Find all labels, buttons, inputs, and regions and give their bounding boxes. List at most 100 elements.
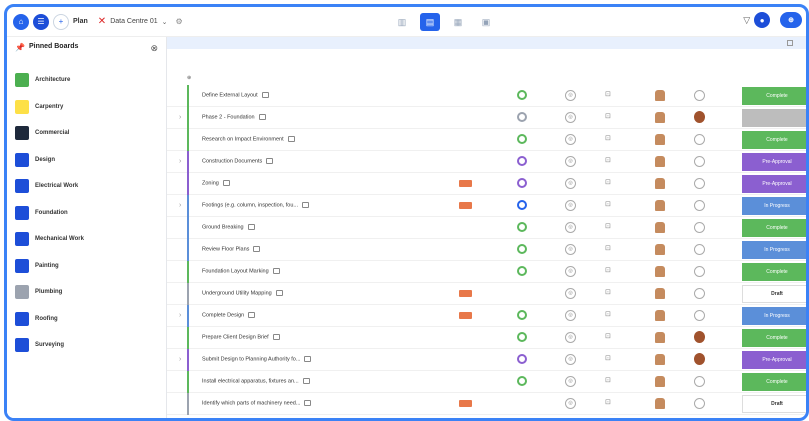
expand-chevron-icon[interactable]: › — [179, 312, 181, 319]
comments-icon[interactable]: ◎ — [565, 288, 576, 299]
status-badge[interactable]: Complete — [742, 219, 806, 237]
comment-icon[interactable] — [258, 114, 266, 120]
status-badge[interactable] — [742, 109, 806, 127]
comments-icon[interactable]: ◎ — [565, 332, 576, 343]
status-badge[interactable]: Complete — [742, 373, 806, 391]
task-name[interactable]: Construction Documents — [202, 158, 274, 164]
location-icon[interactable]: ⊡ — [605, 354, 611, 362]
comment-icon[interactable] — [248, 312, 256, 318]
lead-placeholder-icon[interactable] — [694, 156, 705, 167]
lead-placeholder-icon[interactable] — [694, 90, 705, 101]
task-name[interactable]: Research on Impact Environment — [202, 136, 295, 142]
table-row[interactable]: Prepare Client Design Brief ◎ ⊡ Complete — [167, 327, 806, 349]
chart-view-icon[interactable]: ▥ — [392, 13, 412, 31]
status-badge[interactable]: Complete — [742, 131, 806, 149]
lead-avatar[interactable] — [694, 353, 705, 365]
table-view-icon[interactable]: ▤ — [420, 13, 440, 31]
sidebar-board-item[interactable]: Mechanical Work — [7, 226, 166, 253]
table-row[interactable]: › Construction Documents ◎ ⊡ Pre-Approval — [167, 151, 806, 173]
task-name[interactable]: Complete Design — [202, 312, 256, 318]
comment-icon[interactable] — [247, 224, 255, 230]
location-icon[interactable]: ⊡ — [605, 156, 611, 164]
lead-avatar[interactable] — [694, 331, 705, 343]
task-name[interactable]: Submit Design to Planning Authority fo..… — [202, 356, 312, 362]
file-name[interactable]: Data Centre 01 — [110, 18, 157, 25]
expand-chevron-icon[interactable]: › — [179, 114, 181, 121]
comments-icon[interactable]: ◎ — [565, 354, 576, 365]
task-name[interactable]: Define External Layout — [202, 92, 269, 98]
filter-icon[interactable]: ▽ — [743, 15, 750, 26]
comments-icon[interactable]: ◎ — [565, 376, 576, 387]
assignee-avatar[interactable] — [655, 266, 665, 277]
status-badge[interactable]: Draft — [742, 395, 806, 413]
task-name[interactable]: Footings (e.g. column, inspection, fou..… — [202, 202, 309, 208]
task-name[interactable]: Phase 2 - Foundation — [202, 114, 266, 120]
location-icon[interactable]: ⊡ — [605, 376, 611, 384]
lead-placeholder-icon[interactable] — [694, 376, 705, 387]
status-badge[interactable]: Draft — [742, 285, 806, 303]
task-name[interactable]: Identify which parts of machinery need..… — [202, 400, 312, 406]
lead-avatar[interactable] — [694, 111, 705, 123]
user-avatar[interactable]: ● — [754, 12, 771, 28]
location-icon[interactable]: ⊡ — [605, 178, 611, 186]
status-badge[interactable]: Complete — [742, 87, 806, 105]
location-icon[interactable]: ⊡ — [605, 332, 611, 340]
table-row[interactable]: Underground Utility Mapping ◎⊡Draft› — [167, 283, 806, 305]
task-name[interactable]: Underground Utility Mapping — [202, 290, 283, 296]
comments-icon[interactable]: ◎ — [565, 134, 576, 145]
table-row[interactable]: Research on Impact Environment ◎ ⊡ Complete — [167, 129, 806, 151]
table-row[interactable]: Define External Layout ◎ ⊡ Complete — [167, 85, 806, 107]
assignee-avatar[interactable] — [655, 376, 665, 387]
location-icon[interactable]: ⊡ — [605, 112, 611, 120]
comments-icon[interactable]: ◎ — [565, 112, 576, 123]
add-row-button[interactable]: ⊕ — [187, 75, 191, 81]
document-view-icon[interactable]: ▦ — [448, 13, 468, 31]
table-row[interactable]: › Submit Design to Planning Authority fo.… — [167, 349, 806, 371]
assignee-avatar[interactable] — [655, 134, 665, 145]
sidebar-board-item[interactable]: Electrical Work — [7, 173, 166, 200]
table-row[interactable]: Zoning ◎ ⊡ Pre-Approval — [167, 173, 806, 195]
comment-icon[interactable] — [287, 136, 295, 142]
location-icon[interactable]: ⊡ — [605, 244, 611, 252]
comment-icon[interactable] — [302, 202, 309, 208]
lead-placeholder-icon[interactable] — [694, 178, 705, 189]
location-icon[interactable]: ⊡ — [605, 288, 611, 296]
comments-icon[interactable]: ◎ — [565, 90, 576, 101]
assignee-avatar[interactable] — [655, 178, 665, 189]
lead-placeholder-icon[interactable] — [694, 266, 705, 277]
task-name[interactable]: Prepare Client Design Brief — [202, 334, 280, 340]
comments-icon[interactable]: ◎ — [565, 178, 576, 189]
table-row[interactable]: Install electrical apparatus, fixtures a… — [167, 371, 806, 393]
expand-chevron-icon[interactable]: › — [179, 158, 181, 165]
checkbox-icon[interactable] — [787, 40, 793, 46]
comments-icon[interactable]: ◎ — [565, 244, 576, 255]
comments-icon[interactable]: ◎ — [565, 200, 576, 211]
comment-icon[interactable] — [222, 180, 230, 186]
status-badge[interactable]: In Progress — [742, 307, 806, 325]
comments-icon[interactable]: ◎ — [565, 398, 576, 409]
sidebar-board-item[interactable]: Foundation — [7, 200, 166, 227]
status-badge[interactable]: Complete — [742, 263, 806, 281]
status-badge[interactable]: Pre-Approval — [742, 351, 806, 369]
comment-icon[interactable] — [253, 246, 261, 252]
assignee-avatar[interactable] — [655, 398, 665, 409]
comments-icon[interactable]: ◎ — [565, 266, 576, 277]
comment-icon[interactable] — [272, 334, 280, 340]
assignee-avatar[interactable] — [655, 200, 665, 211]
assignee-avatar[interactable] — [655, 354, 665, 365]
lead-placeholder-icon[interactable] — [694, 200, 705, 211]
sidebar-board-item[interactable]: Design — [7, 147, 166, 174]
task-name[interactable]: Ground Breaking — [202, 224, 255, 230]
table-row[interactable]: ›Phase 2 - Foundation◎⊡› — [167, 107, 806, 129]
lead-placeholder-icon[interactable] — [694, 398, 705, 409]
comment-icon[interactable] — [261, 92, 269, 98]
comments-icon[interactable]: ◎ — [565, 156, 576, 167]
close-icon[interactable]: ⊗ — [150, 43, 158, 54]
lead-placeholder-icon[interactable] — [694, 288, 705, 299]
assignee-avatar[interactable] — [655, 156, 665, 167]
table-row[interactable]: Foundation Layout Marking ◎ ⊡ Complete — [167, 261, 806, 283]
sidebar-board-item[interactable]: Roofing — [7, 306, 166, 333]
location-icon[interactable]: ⊡ — [605, 222, 611, 230]
sidebar-board-item[interactable]: Architecture — [7, 67, 166, 94]
calendar-view-icon[interactable]: ▣ — [476, 13, 496, 31]
